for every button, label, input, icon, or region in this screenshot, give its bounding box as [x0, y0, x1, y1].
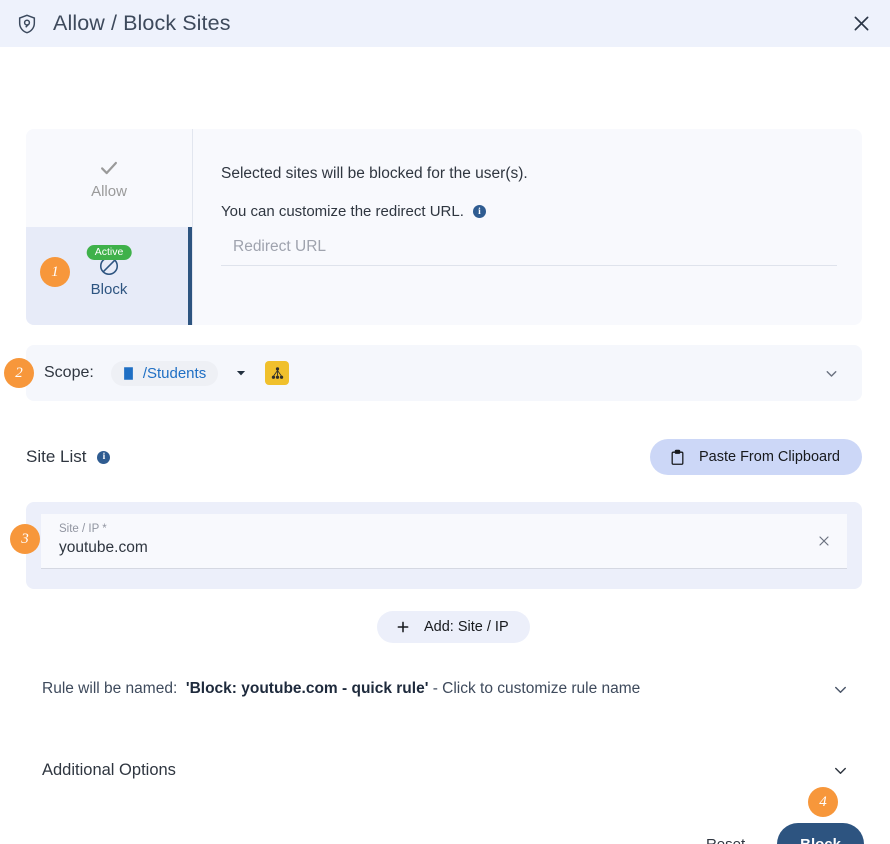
additional-options-label: Additional Options [42, 760, 176, 779]
mode-tabs: Allow Active Block [26, 129, 193, 325]
redirect-url-field[interactable] [221, 238, 837, 266]
scope-expand-chevron-down-icon[interactable] [823, 365, 840, 382]
scope-chip[interactable]: /Students [110, 360, 219, 386]
dialog-header: Allow / Block Sites [0, 0, 890, 47]
caret-down-icon[interactable] [234, 366, 248, 380]
plus-icon [395, 619, 411, 635]
status-badge: Active [86, 245, 132, 260]
redirect-hint-label: You can customize the redirect URL. [221, 203, 464, 220]
rule-name-chevron-down-icon[interactable] [831, 680, 850, 699]
step-badge-3: 3 [10, 524, 40, 554]
step-badge-4: 4 [808, 787, 838, 817]
check-icon [98, 157, 120, 179]
scope-label: Scope: [44, 364, 94, 381]
site-list-info-icon[interactable]: i [97, 450, 111, 464]
site-list-header: Site List i Paste From Clipboard [26, 439, 862, 475]
additional-options-row[interactable]: Additional Options [26, 749, 862, 791]
dialog-body: 1 2 3 4 Allow Active Block Selected site… [0, 47, 890, 844]
site-ip-field[interactable]: Site / IP * [41, 514, 847, 569]
step-badge-2: 2 [4, 358, 34, 388]
redirect-hint: You can customize the redirect URL. i [221, 203, 837, 220]
clear-site-icon[interactable] [811, 528, 837, 554]
paste-from-clipboard-label: Paste From Clipboard [698, 449, 840, 465]
shield-icon [14, 11, 40, 37]
tab-allow-label: Allow [91, 182, 127, 200]
site-ip-input[interactable] [59, 536, 803, 557]
scope-row: Scope: /Students [26, 345, 862, 401]
block-submit-button[interactable]: Block [777, 823, 864, 844]
mode-card: Allow Active Block Selected sites will b… [26, 129, 862, 325]
rule-name-row[interactable]: Rule will be named: 'Block: youtube.com … [26, 667, 862, 711]
step-badge-1: 1 [40, 257, 70, 287]
paste-from-clipboard-button[interactable]: Paste From Clipboard [649, 439, 862, 475]
add-site-ip-label: Add: Site / IP [424, 619, 509, 635]
reset-button[interactable]: Reset [694, 828, 757, 844]
close-icon[interactable] [846, 9, 876, 39]
rule-name-suffix: - Click to customize rule name [432, 680, 641, 697]
additional-options-chevron-down-icon[interactable] [831, 761, 850, 780]
site-ip-field-label: Site / IP * [59, 523, 107, 535]
mode-description: Selected sites will be blocked for the u… [221, 165, 528, 182]
building-icon [121, 366, 136, 381]
scope-chip-label: /Students [142, 364, 207, 382]
rule-name-value: 'Block: youtube.com - quick rule' [185, 680, 429, 697]
redirect-url-input[interactable] [233, 238, 837, 256]
mode-detail-panel: Selected sites will be blocked for the u… [193, 129, 862, 325]
site-list-card: Site / IP * [26, 502, 862, 589]
tab-block-label: Block [90, 280, 128, 298]
clipboard-icon [669, 448, 686, 467]
site-list-title: Site List [26, 447, 87, 466]
info-icon[interactable]: i [472, 205, 486, 218]
tab-allow[interactable]: Allow [26, 129, 192, 227]
org-chart-icon[interactable] [265, 361, 290, 385]
add-site-ip-button[interactable]: Add: Site / IP [377, 611, 530, 643]
rule-name-text: Rule will be named: 'Block: youtube.com … [42, 680, 640, 698]
page-title: Allow / Block Sites [53, 11, 231, 35]
rule-name-prefix: Rule will be named: [42, 680, 178, 697]
dialog-footer: Reset Block [694, 823, 864, 844]
